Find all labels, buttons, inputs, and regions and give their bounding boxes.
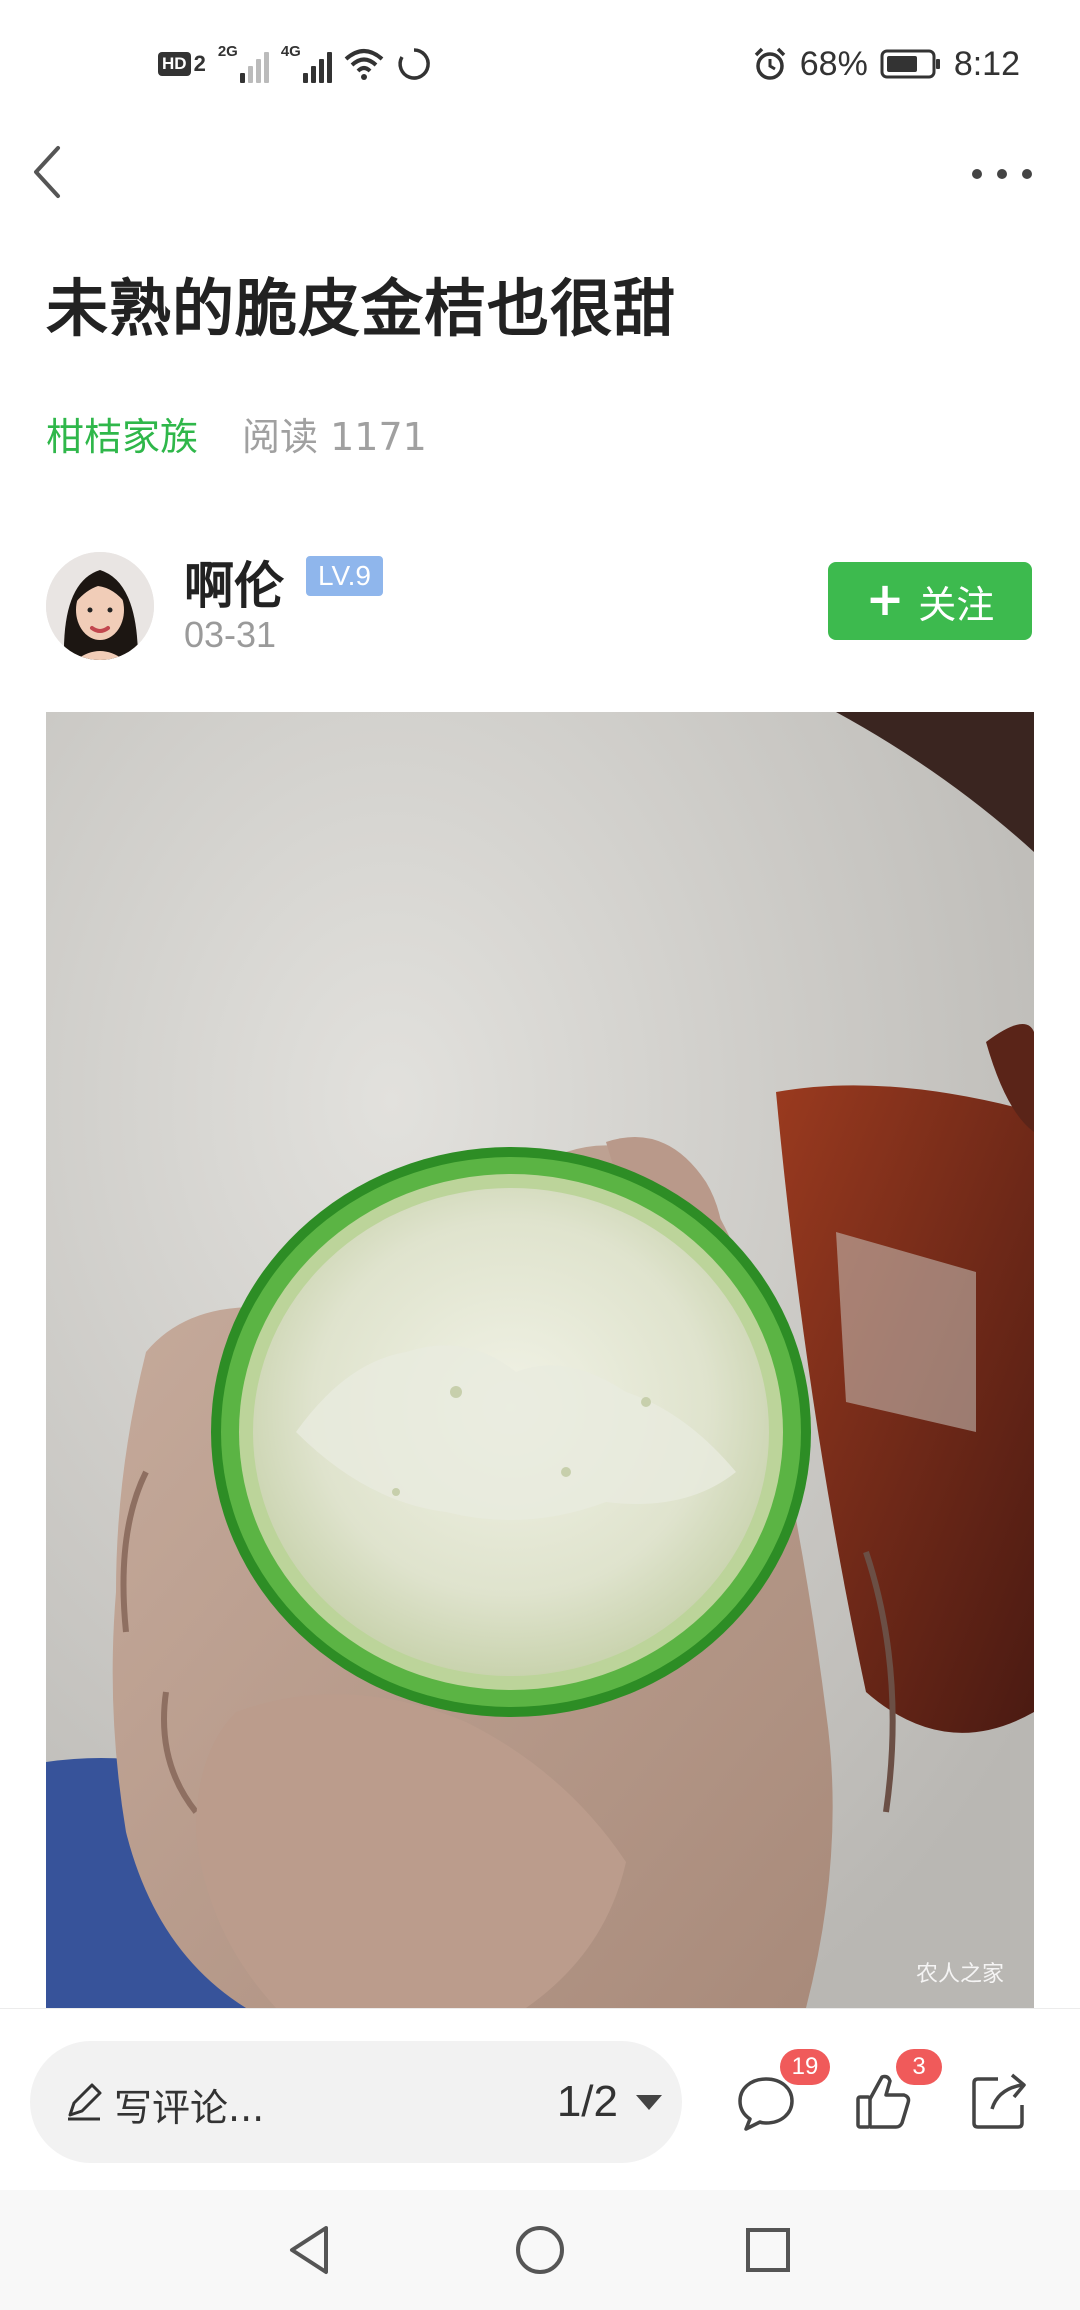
signal-icon-sim2: 4G (280, 43, 332, 83)
like-count-badge: 3 (896, 2049, 942, 2085)
battery-icon (880, 49, 940, 79)
caret-down-icon[interactable] (636, 2095, 662, 2110)
triangle-back-icon (290, 2226, 328, 2274)
article-meta: 柑桔家族 阅读 1171 (46, 406, 427, 461)
read-count: 阅读 1171 (242, 415, 427, 459)
status-bar: HD 2 2G 4G 68% 8:12 (0, 0, 1080, 120)
share-button[interactable] (968, 2069, 1032, 2133)
ellipsis-icon-dot (972, 169, 982, 179)
plus-icon: + (865, 572, 905, 626)
article-title: 未熟的脆皮金桔也很甜 (46, 272, 677, 345)
comment-count-badge: 19 (780, 2049, 830, 2085)
loading-icon (398, 48, 430, 80)
share-icon (972, 2073, 1026, 2129)
bottom-action-bar: 写评论... 1/2 19 3 (0, 2008, 1080, 2190)
system-navigation-bar (0, 2190, 1080, 2310)
more-options-button[interactable] (972, 160, 1032, 188)
article-photo[interactable]: 农人之家 (46, 712, 1034, 2008)
clock: 8:12 (953, 44, 1020, 83)
post-date: 03-31 (184, 614, 277, 655)
author-name[interactable]: 啊伦 (184, 546, 284, 618)
status-bar-left: HD 2 2G 4G (158, 40, 432, 88)
level-badge: LV.9 (306, 556, 383, 596)
page-indicator[interactable]: 1/2 (557, 2077, 618, 2127)
status-bar-right: 68% 8:12 (752, 40, 1020, 88)
category-link[interactable]: 柑桔家族 (46, 406, 198, 461)
hd-badge: HD 2 (158, 51, 206, 77)
system-home-button[interactable] (510, 2220, 570, 2280)
hd-number: 2 (193, 51, 206, 76)
signal-icon-sim1: 2G (217, 43, 269, 83)
wifi-icon (344, 49, 384, 80)
square-recents-icon (746, 2228, 790, 2272)
back-button[interactable] (28, 140, 68, 204)
system-back-button[interactable] (280, 2220, 340, 2280)
follow-label: 关注 (918, 582, 995, 627)
ellipsis-icon-dot (1022, 169, 1032, 179)
chevron-left-icon (34, 146, 60, 198)
sim1-network-label: 2G (217, 43, 238, 60)
watermark: 农人之家 (915, 1962, 1004, 1987)
hd-label: HD (158, 52, 191, 76)
follow-button[interactable]: + 关注 (828, 562, 1032, 640)
alarm-icon (754, 47, 785, 80)
comment-placeholder: 写评论... (114, 2086, 265, 2130)
pencil-icon (68, 2083, 102, 2121)
circle-home-icon (516, 2226, 564, 2274)
sim2-network-label: 4G (280, 43, 301, 60)
ellipsis-icon-dot (997, 169, 1007, 179)
battery-percent: 68% (799, 44, 868, 83)
system-recents-button[interactable] (738, 2220, 798, 2280)
comment-input[interactable]: 写评论... 1/2 (30, 2041, 682, 2163)
avatar[interactable] (46, 552, 154, 660)
